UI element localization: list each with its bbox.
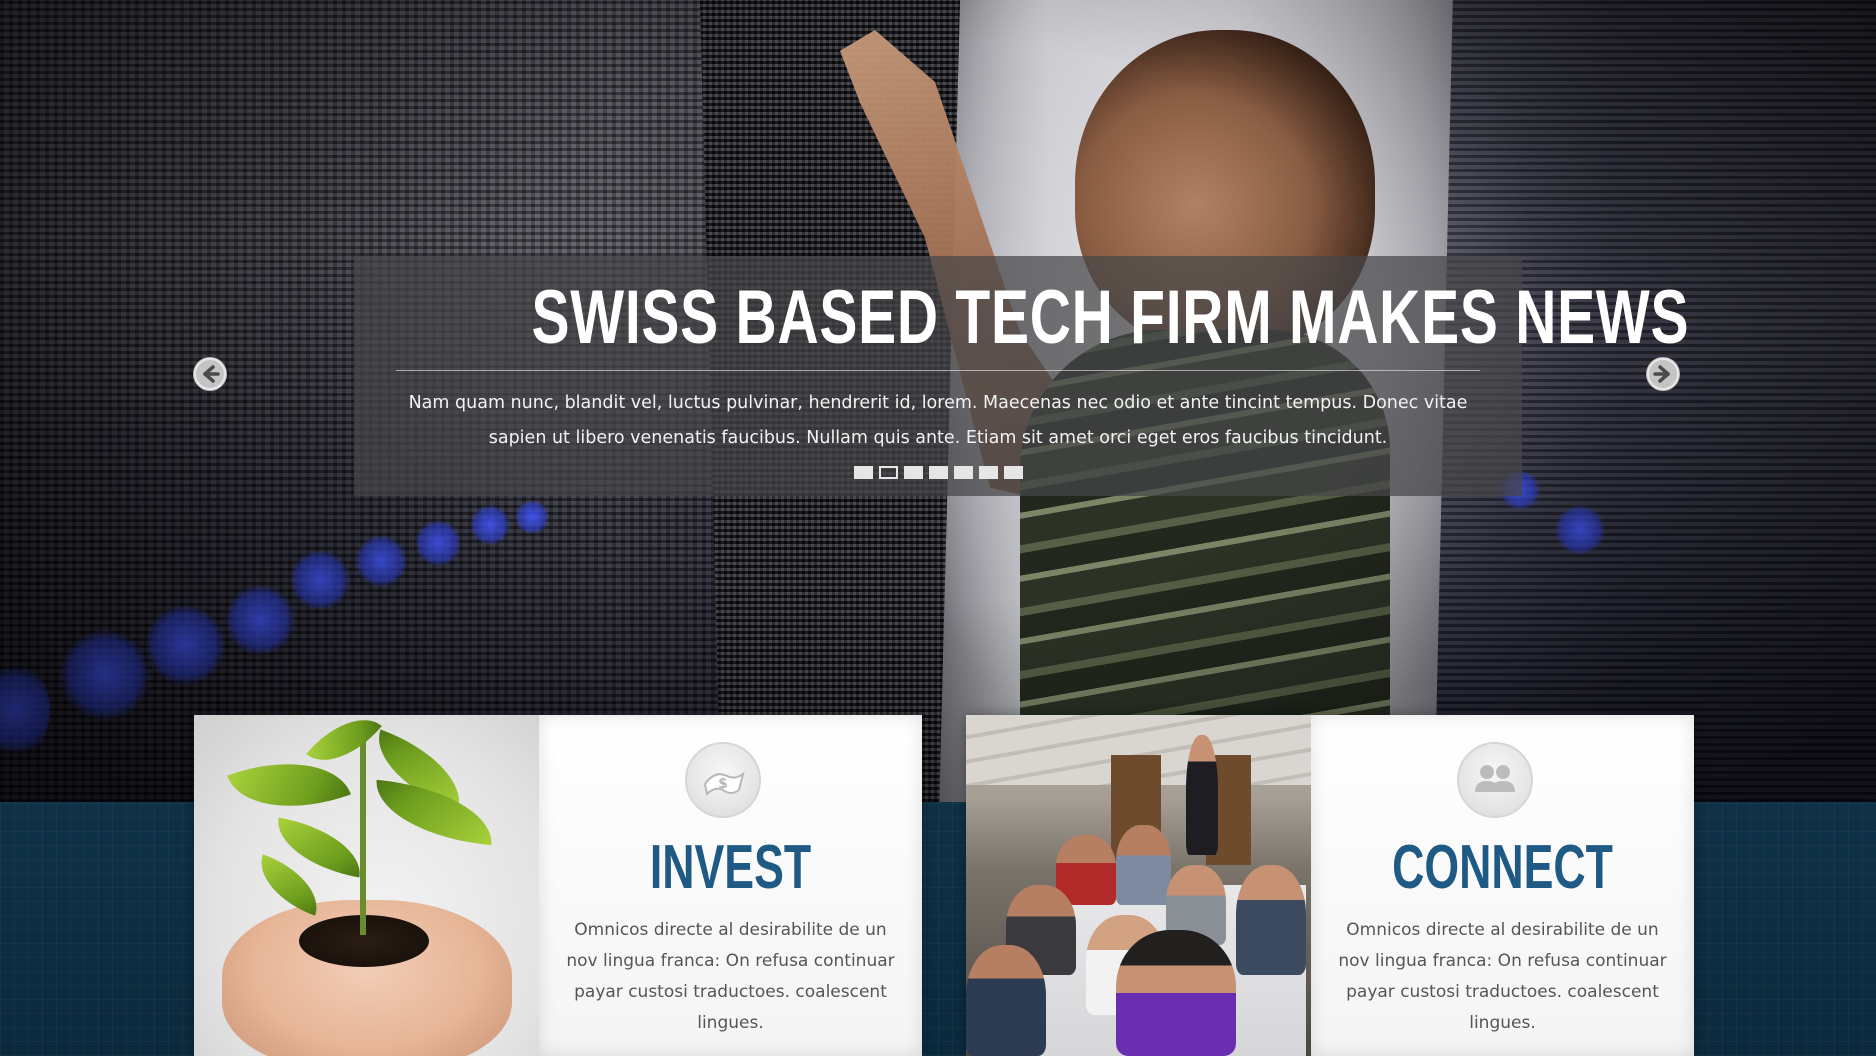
- feature-description: Omnicos directe al desirabilite de un no…: [1338, 920, 1667, 1033]
- slide-dot-6[interactable]: [978, 466, 998, 479]
- slide-dot-5[interactable]: [953, 466, 973, 479]
- arrow-right-icon: [1647, 358, 1679, 390]
- people-icon: [1457, 742, 1533, 818]
- feature-card-body: $ INVEST Omnicos directe al desirabilite…: [539, 715, 922, 1056]
- slide-dot-7[interactable]: [1003, 466, 1023, 479]
- feature-title: CONNECT: [1392, 833, 1613, 902]
- seedling-image: [194, 715, 539, 1056]
- meeting-image: [966, 715, 1311, 1056]
- slide-dot-2[interactable]: [878, 466, 898, 479]
- feature-card-connect[interactable]: CONNECT Omnicos directe al desirabilite …: [966, 715, 1694, 1056]
- money-flag-icon: $: [685, 742, 761, 818]
- caption-divider: [396, 370, 1480, 371]
- slide-caption: SWISS BASED TECH FIRM MAKES NEWS Nam qua…: [354, 256, 1690, 496]
- slide-description: Nam quam nunc, blandit vel, luctus pulvi…: [408, 393, 1468, 448]
- slide-pagination: [354, 466, 1522, 480]
- slide-title: SWISS BASED TECH FIRM MAKES NEWS: [531, 275, 1690, 360]
- arrow-left-icon: [194, 358, 226, 390]
- slide-dot-1[interactable]: [853, 466, 873, 479]
- slide-dot-3[interactable]: [903, 466, 923, 479]
- hero-slider: SWISS BASED TECH FIRM MAKES NEWS Nam qua…: [0, 0, 1876, 802]
- slider-next-button[interactable]: [1646, 357, 1680, 391]
- feature-card-body: CONNECT Omnicos directe al desirabilite …: [1311, 715, 1694, 1056]
- slide-dot-4[interactable]: [928, 466, 948, 479]
- slider-prev-button[interactable]: [193, 357, 227, 391]
- feature-title: INVEST: [649, 833, 812, 902]
- feature-card-invest[interactable]: $ INVEST Omnicos directe al desirabilite…: [194, 715, 922, 1056]
- feature-description: Omnicos directe al desirabilite de un no…: [566, 920, 895, 1033]
- svg-text:$: $: [718, 776, 728, 792]
